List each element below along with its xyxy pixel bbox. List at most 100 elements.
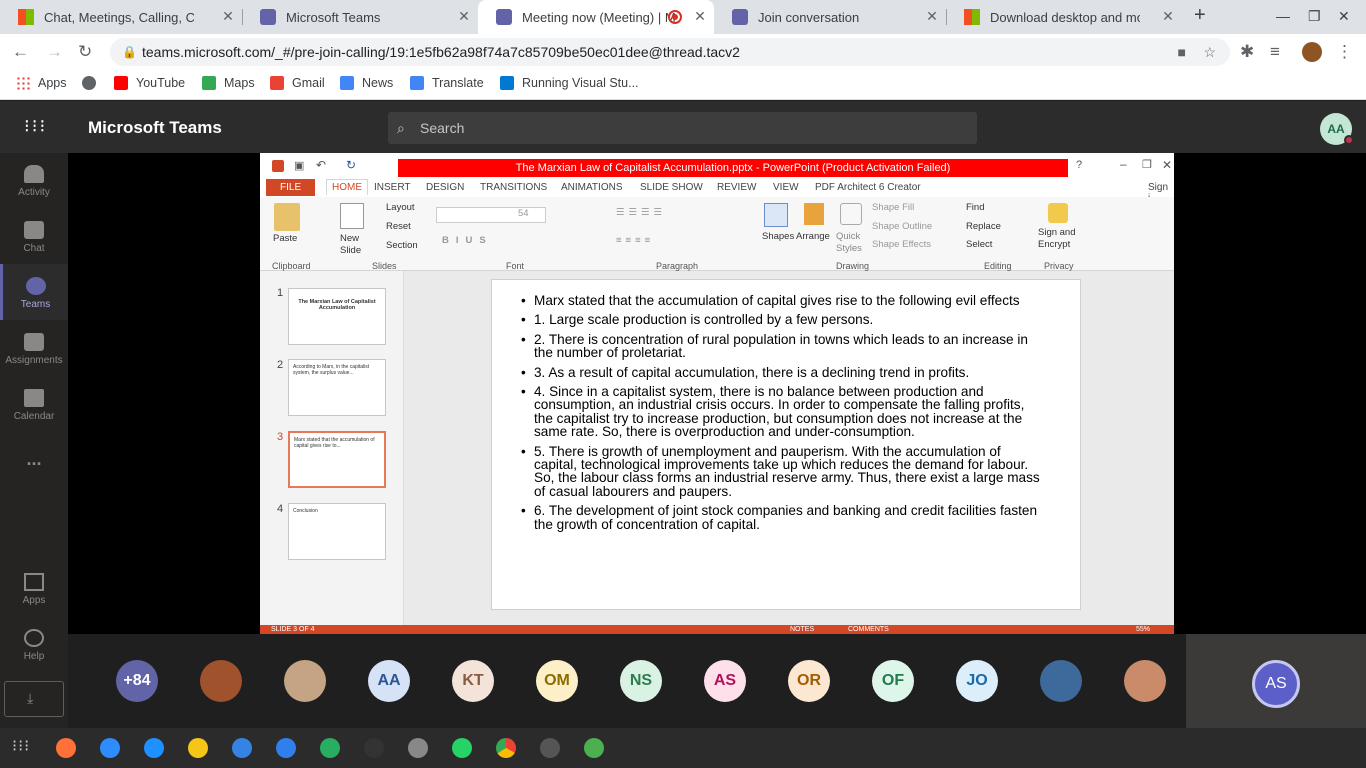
browser-tab[interactable]: Join conversation ✕ [714,0,946,34]
participant-avatar[interactable]: AA [368,660,410,702]
participant-avatar[interactable] [284,660,326,702]
minimize-icon[interactable]: – [1120,157,1127,171]
close-tab-icon[interactable]: ✕ [924,8,940,25]
save-icon[interactable]: ▣ [294,159,304,172]
rail-calendar[interactable]: Calendar [0,389,68,422]
firefox-icon[interactable] [56,738,76,758]
rail-chat[interactable]: Chat [0,221,68,254]
close-tab-icon[interactable]: ✕ [456,8,472,25]
chrome-icon[interactable] [496,738,516,758]
tab-transitions[interactable]: TRANSITIONS [480,182,547,193]
forward-icon[interactable]: → [46,42,63,62]
media-control-icon[interactable]: ≡ [1270,42,1280,62]
rail-assignments[interactable]: Assignments [0,333,68,366]
profile-avatar[interactable] [1302,42,1322,62]
current-slide[interactable]: Marx stated that the accumulation of cap… [491,279,1081,610]
tab-home[interactable]: HOME [326,179,368,195]
participant-avatar[interactable]: JO [956,660,998,702]
slide-thumbnail[interactable]: Conclusion [288,503,386,560]
arrange-button[interactable]: Arrange [796,231,830,242]
participant-avatar[interactable]: KT [452,660,494,702]
menu-icon[interactable]: ⋮ [1336,42,1353,62]
tab-animations[interactable]: ANIMATIONS [561,182,622,193]
tab-file[interactable]: FILE [266,179,316,196]
bookmark-news[interactable]: News [340,76,393,90]
reset-button[interactable]: Reset [386,221,411,232]
shapes-button[interactable]: Shapes [762,231,794,242]
comments-button[interactable]: COMMENTS [848,625,889,634]
camera-icon[interactable]: ■ [1178,38,1186,66]
rail-activity[interactable]: Activity [0,165,68,198]
participant-avatar[interactable] [1124,660,1166,702]
font-size-select[interactable]: 54 [518,208,529,219]
align-buttons[interactable]: ≡≡≡≡ [616,235,654,246]
screenshot-icon[interactable] [408,738,428,758]
bookmark-youtube[interactable]: YouTube [114,76,185,90]
vlc-icon[interactable] [188,738,208,758]
notes-button[interactable]: NOTES [790,625,814,634]
tab-insert[interactable]: INSERT [374,182,411,193]
bookmark-translate[interactable]: Translate [410,76,484,90]
help-icon[interactable]: ? [1076,159,1082,171]
software-icon[interactable] [276,738,296,758]
sign-encrypt-button[interactable]: Sign and Encrypt [1038,227,1082,251]
shape-outline-button[interactable]: Shape Outline [872,221,932,232]
close-tab-icon[interactable]: ✕ [220,8,236,25]
puzzle-icon[interactable] [584,738,604,758]
participant-avatar[interactable]: OR [788,660,830,702]
layout-button[interactable]: Layout [386,202,415,213]
paragraph-buttons[interactable]: ☰☰☰☰ [616,207,666,218]
tab-view[interactable]: VIEW [773,182,799,193]
close-window-icon[interactable]: ✕ [1338,8,1350,25]
tab-slide-show[interactable]: SLIDE SHOW [640,182,703,193]
bookmark-maps[interactable]: Maps [202,76,255,90]
zoom-level[interactable]: 55% [1136,625,1150,634]
rail-teams[interactable]: Teams [0,264,68,320]
download-app-button[interactable]: ⤓ [4,681,64,717]
rail-more-icon[interactable]: ... [0,449,68,470]
shape-effects-button[interactable]: Shape Effects [872,239,931,250]
files-icon[interactable] [232,738,252,758]
search-input[interactable]: ⌕ Search [388,112,977,144]
app-launcher-icon[interactable]: ⁝⁝⁝ [24,116,47,137]
restore-icon[interactable]: ❐ [1308,8,1321,25]
bookmark-star-icon[interactable]: ☆ [1203,38,1216,66]
close-icon[interactable]: ✕ [1162,158,1172,172]
back-icon[interactable]: ← [12,42,29,62]
bookmark-running-visual-studio[interactable]: Running Visual Stu... [500,76,639,90]
show-apps-icon[interactable]: ⁝⁝⁝ [12,736,30,756]
participant-avatar[interactable]: NS [620,660,662,702]
mail-icon[interactable] [100,738,120,758]
tab-design[interactable]: DESIGN [426,182,464,193]
reload-icon[interactable]: ↻ [78,42,92,62]
whatsapp-icon[interactable] [452,738,472,758]
tab-pdf-architect[interactable]: PDF Architect 6 Creator [815,182,921,193]
bookmark-apps[interactable]: Apps [16,76,67,90]
tab-review[interactable]: REVIEW [717,182,756,193]
slide-thumbnail[interactable]: The Marxian Law of Capitalist Accumulati… [288,288,386,345]
app-icon[interactable] [320,738,340,758]
participant-avatar[interactable] [1040,660,1082,702]
bookmark-gmail[interactable]: Gmail [270,76,325,90]
slide-thumbnail-selected[interactable]: Marx stated that the accumulation of cap… [288,431,386,488]
quick-styles-button[interactable]: Quick Styles [836,231,868,255]
participant-avatar[interactable]: AS [704,660,746,702]
participant-avatar[interactable] [200,660,242,702]
browser-tab[interactable]: Download desktop and mobile✕ [946,0,1182,34]
new-slide-button[interactable]: New Slide [340,233,368,257]
paste-button[interactable]: Paste [273,233,297,244]
self-video-tile[interactable]: AS [1186,634,1366,728]
participant-avatar[interactable]: +84 [116,660,158,702]
font-family-select[interactable] [436,207,546,223]
globe-icon[interactable] [82,76,104,90]
participant-avatar[interactable]: OM [536,660,578,702]
minimize-icon[interactable]: — [1276,8,1290,24]
select-button[interactable]: Select [966,239,992,250]
extensions-icon[interactable]: ✱ [1240,42,1254,62]
terminal-icon[interactable] [364,738,384,758]
redo-icon[interactable]: ↻ [346,158,356,172]
replace-button[interactable]: Replace [966,221,1001,232]
shape-fill-button[interactable]: Shape Fill [872,202,914,213]
browser-tab-active[interactable]: Meeting now (Meeting) | M ✕ [478,0,714,34]
undo-icon[interactable]: ↶ [316,158,326,172]
